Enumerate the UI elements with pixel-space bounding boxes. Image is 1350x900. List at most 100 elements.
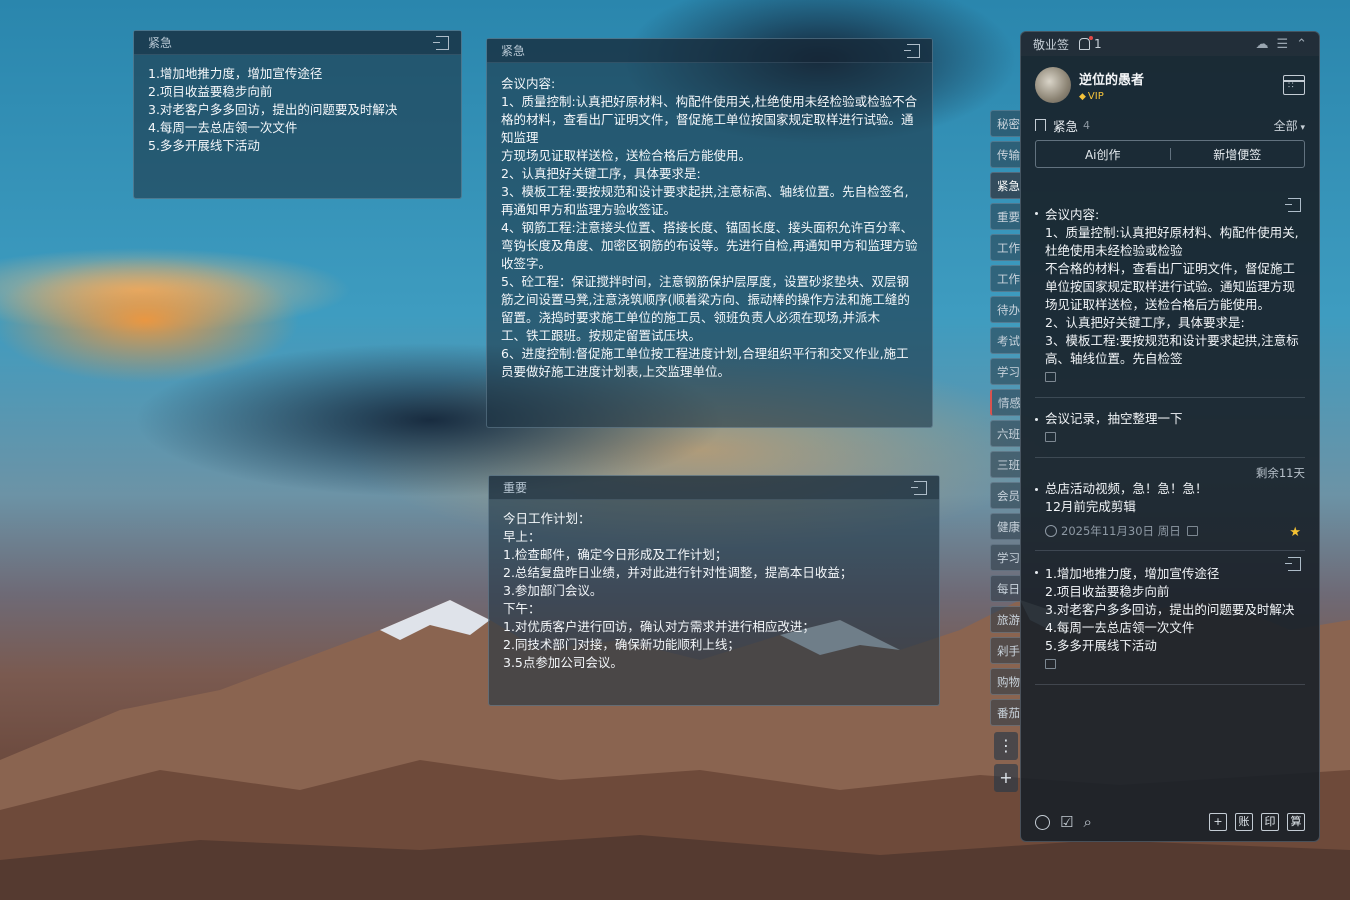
menu-icon[interactable]: ☰ (1276, 37, 1288, 52)
lock-icon[interactable] (1045, 372, 1056, 382)
bell-icon[interactable] (1079, 36, 1094, 50)
due-date: 2025年11月30日 周日 (1045, 522, 1305, 540)
note-category: 紧急 (501, 44, 526, 58)
due-date-text: 2025年11月30日 周日 (1061, 524, 1181, 538)
note-header[interactable]: 重要 (489, 476, 939, 500)
note-line: 下午： (503, 601, 541, 616)
category-name: 紧急 (1053, 118, 1079, 134)
print-button[interactable]: 印 (1261, 813, 1279, 831)
list-item[interactable]: 会议内容: 1、质量控制:认真把好原材料、构配件使用关,杜绝使用未经检验或检验 … (1035, 192, 1305, 398)
side-tab[interactable]: 情感 (990, 389, 1020, 416)
bullet (1035, 488, 1038, 491)
note-line: 4、钢筋工程:注意接头位置、搭接长度、锚固长度、接头面积允许百分率、弯钩长度及角… (501, 220, 918, 271)
side-tab[interactable]: 会员 (990, 482, 1020, 509)
remaining-days: 剩余11天 (1255, 466, 1305, 480)
collapse-icon[interactable]: ⌃ (1296, 37, 1307, 52)
side-tab[interactable]: 学习 (990, 544, 1020, 571)
note-line: 4.每周一去总店领一次文件 (148, 120, 298, 135)
category-count: 4 (1083, 118, 1091, 132)
action-bar: Ai创作 新增便签 (1035, 140, 1305, 168)
note-line: 2.项目收益要稳步向前 (148, 84, 273, 99)
side-tab[interactable]: 健康 (990, 513, 1020, 540)
panel-footer: ☑ ⌕ + 账 印 算 (1021, 803, 1319, 841)
cloud-sync-icon[interactable]: ☁ (1255, 37, 1268, 52)
new-note-button[interactable]: 新增便签 (1171, 146, 1305, 163)
note-category: 重要 (503, 481, 528, 495)
note-line: 早上： (503, 529, 541, 544)
avatar[interactable] (1035, 67, 1071, 103)
calculate-button[interactable]: 算 (1287, 813, 1305, 831)
note-line: 3.5点参加公司会议。 (503, 655, 623, 670)
list-item[interactable]: 1.增加地推力度，增加宣传途径 2.项目收益要稳步向前 3.对老客户多多回访，提… (1035, 551, 1305, 685)
side-tab-active[interactable]: 紧急 (990, 172, 1020, 199)
search-icon[interactable]: ⌕ (1083, 813, 1091, 831)
side-tab[interactable]: 购物 (990, 668, 1020, 695)
lock-icon[interactable] (1045, 659, 1056, 669)
side-tab[interactable]: 剁手 (990, 637, 1020, 664)
exit-icon[interactable] (904, 43, 920, 58)
exit-icon[interactable] (433, 35, 449, 50)
exit-icon[interactable] (911, 480, 927, 495)
side-tab[interactable]: 工作 (990, 265, 1020, 292)
side-tab[interactable]: 考试 (990, 327, 1020, 354)
notification-count: 1 (1094, 37, 1102, 51)
side-tab[interactable]: 学习 (990, 358, 1020, 385)
side-tab[interactable]: 番茄 (990, 699, 1020, 726)
app-name: 敬业签 (1033, 37, 1070, 52)
note-body[interactable]: 会议内容: 1、质量控制:认真把好原材料、构配件使用关,杜绝使用未经检验或检验不… (487, 63, 932, 391)
category-row: 紧急 4 全部 (1021, 114, 1319, 136)
item-line: 3、模板工程:要按规范和设计要求起拱,注意标高、轴线位置。先自检签 (1045, 333, 1299, 366)
calendar-icon[interactable] (1283, 75, 1305, 95)
ai-create-button[interactable]: Ai创作 (1036, 146, 1170, 163)
note-line: 工、铁工跟班。按规定留置试压块。 (501, 328, 702, 343)
checklist-icon[interactable]: ☑ (1060, 813, 1073, 831)
item-line: 3.对老客户多多回访，提出的问题要及时解决 (1045, 602, 1295, 617)
note-body[interactable]: 1.增加地推力度，增加宣传途径 2.项目收益要稳步向前 3.对老客户多多回访，提… (134, 55, 461, 165)
item-line: 会议内容: (1045, 207, 1100, 222)
lock-icon[interactable] (1186, 526, 1198, 536)
sticky-note-urgent-2[interactable]: 紧急 会议内容: 1、质量控制:认真把好原材料、构配件使用关,杜绝使用未经检验或… (486, 38, 933, 428)
side-tab[interactable]: 六班 (990, 420, 1020, 447)
list-item[interactable]: 会议记录，抽空整理一下 (1035, 398, 1305, 458)
note-line: 1.对优质客户进行回访，确认对方需求并进行相应改进； (503, 619, 815, 634)
note-line: 3.对老客户多多回访，提出的问题要及时解决 (148, 102, 398, 117)
side-tab[interactable]: 三班 (990, 451, 1020, 478)
note-list: 会议内容: 1、质量控制:认真把好原材料、构配件使用关,杜绝使用未经检验或检验 … (1021, 192, 1319, 685)
side-tab[interactable]: 工作 (990, 234, 1020, 261)
more-icon[interactable]: ⋮ (994, 732, 1018, 760)
note-line: 5.多多开展线下活动 (148, 138, 260, 153)
history-icon[interactable] (1035, 814, 1050, 830)
side-tab[interactable]: 待办 (990, 296, 1020, 323)
bullet (1035, 571, 1038, 574)
star-icon[interactable]: ★ (1289, 524, 1301, 542)
side-tab[interactable]: 重要 (990, 203, 1020, 230)
note-body[interactable]: 今日工作计划： 早上： 1.检查邮件，确定今日形成及工作计划； 2.总结复盘昨日… (489, 500, 939, 682)
note-line: 2.同技术部门对接，确保新功能顺利上线； (503, 637, 740, 652)
list-item[interactable]: 剩余11天 总店活动视频，急！急！急！ 12月前完成剪辑 2025年11月30日… (1035, 458, 1305, 551)
note-line: 2.总结复盘昨日业绩，并对此进行针对性调整，提高本日收益； (503, 565, 853, 580)
add-category-icon[interactable]: + (994, 764, 1018, 792)
exit-icon[interactable] (1285, 557, 1301, 571)
lock-icon[interactable] (1045, 432, 1056, 442)
panel-titlebar[interactable]: 敬业签 1 ☁ ☰ ⌃ (1021, 32, 1319, 56)
filter-dropdown[interactable]: 全部 (1274, 117, 1305, 134)
side-tab[interactable]: 秘密 (990, 110, 1020, 137)
note-line: 方现场见证取样送检，送检合格后方能使用。 (501, 148, 752, 163)
item-line: 总店活动视频，急！急！急！ (1045, 481, 1208, 496)
sticky-note-urgent-1[interactable]: 紧急 1.增加地推力度，增加宣传途径 2.项目收益要稳步向前 3.对老客户多多回… (133, 30, 462, 199)
exit-icon[interactable] (1285, 198, 1301, 212)
item-line: 会议记录，抽空整理一下 (1045, 411, 1183, 426)
side-tab[interactable]: 传输 (990, 141, 1020, 168)
ledger-button[interactable]: 账 (1235, 813, 1253, 831)
note-header[interactable]: 紧急 (134, 31, 461, 55)
sticky-note-important[interactable]: 重要 今日工作计划： 早上： 1.检查邮件，确定今日形成及工作计划； 2.总结复… (488, 475, 940, 706)
side-tab[interactable]: 每日 (990, 575, 1020, 602)
note-line: 5、砼工程：保证搅拌时间，注意钢筋保护层厚度，设置砂浆垫块、双层钢筋之间设置马凳… (501, 274, 910, 325)
item-line: 1.增加地推力度，增加宣传途径 (1045, 566, 1220, 581)
note-line: 会议内容: (501, 76, 556, 91)
add-icon[interactable]: + (1209, 813, 1227, 831)
user-name: 逆位的愚者 (1079, 72, 1145, 88)
note-header[interactable]: 紧急 (487, 39, 932, 63)
side-tab[interactable]: 旅游 (990, 606, 1020, 633)
item-line: 1、质量控制:认真把好原材料、构配件使用关,杜绝使用未经检验或检验 (1045, 225, 1299, 258)
